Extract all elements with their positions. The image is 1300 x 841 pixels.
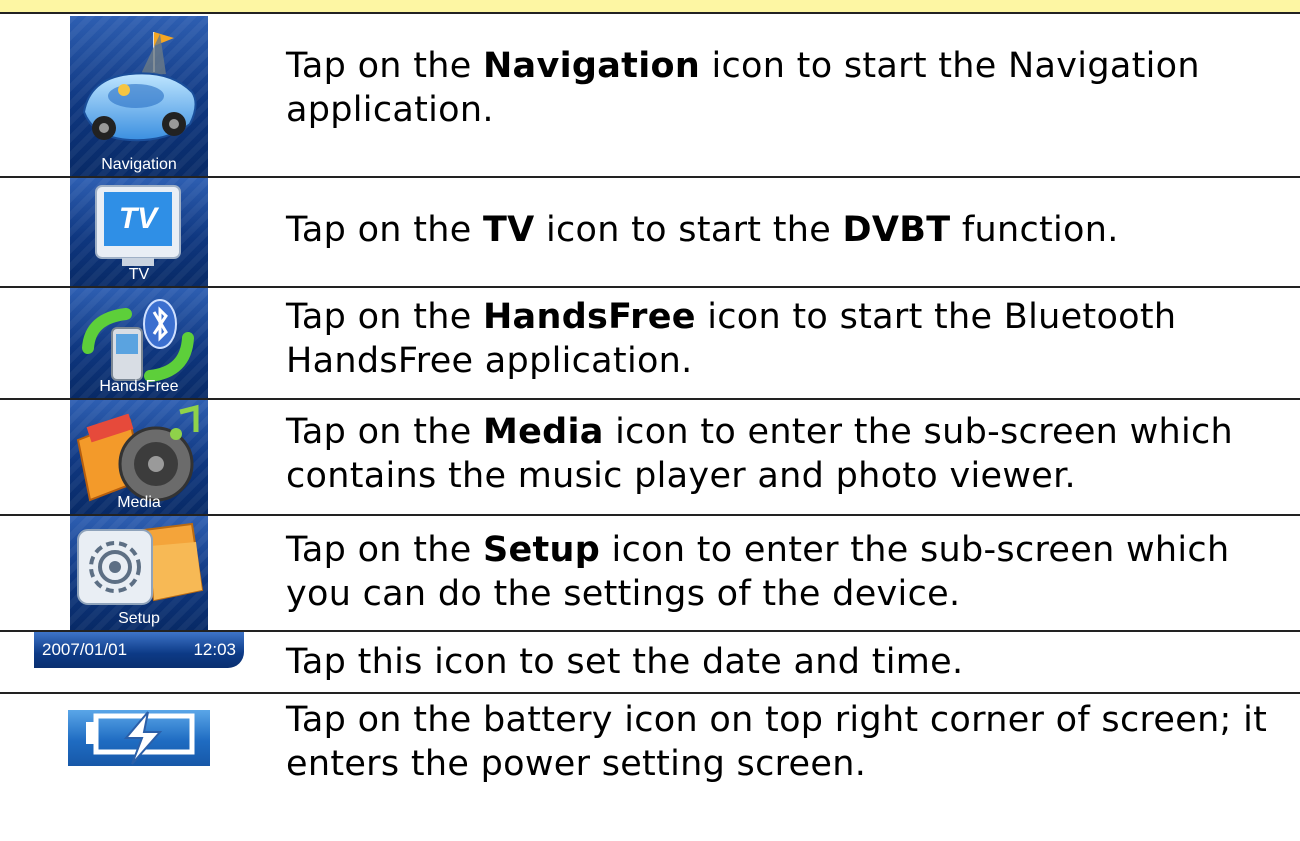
table-row: Media Tap on the Media icon to enter the…	[0, 398, 1300, 514]
battery-button[interactable]	[68, 710, 210, 766]
table-row: Navigation Tap on the Navigation icon to…	[0, 16, 1300, 176]
table-row: Setup Tap on the Setup icon to enter the…	[0, 514, 1300, 630]
navigation-tile[interactable]: Navigation	[70, 16, 208, 176]
svg-text:TV: TV	[119, 202, 160, 235]
table-row: Tap on the battery icon on top right cor…	[0, 692, 1300, 841]
datetime-description: Tap this icon to set the date and time.	[286, 642, 964, 682]
battery-description: Tap on the battery icon on top right cor…	[286, 700, 1268, 784]
handsfree-icon-label: HandsFree	[99, 378, 179, 395]
handsfree-description: Tap on the HandsFree icon to start the B…	[286, 297, 1177, 381]
datetime-button[interactable]: 2007/01/01 12:03	[34, 632, 244, 668]
media-description: Tap on the Media icon to enter the sub-s…	[286, 412, 1234, 496]
car-icon	[82, 32, 197, 142]
navigation-description: Tap on the Navigation icon to start the …	[286, 46, 1200, 130]
media-tile[interactable]: Media	[70, 400, 208, 514]
tv-icon-label: TV	[128, 266, 150, 283]
media-icon-label: Media	[117, 494, 161, 511]
setup-description: Tap on the Setup icon to enter the sub-s…	[286, 530, 1230, 614]
handsfree-tile[interactable]: HandsFree	[70, 288, 208, 398]
battery-icon	[86, 711, 195, 765]
table-row: HandsFree Tap on the HandsFree icon to s…	[0, 286, 1300, 398]
header-band	[0, 0, 1300, 14]
tv-description: Tap on the TV icon to start the DVBT fun…	[286, 210, 1119, 250]
tv-tile[interactable]: TV TV	[70, 178, 208, 286]
setup-tile[interactable]: Setup	[70, 516, 208, 630]
setup-icon-label: Setup	[118, 610, 160, 627]
table-row: 2007/01/01 12:03 Tap this icon to set th…	[0, 630, 1300, 692]
date-text: 2007/01/01	[42, 640, 128, 659]
table-row: TV TV Tap on the TV icon to start the DV…	[0, 176, 1300, 286]
navigation-icon-label: Navigation	[101, 156, 177, 173]
time-text: 12:03	[193, 640, 236, 659]
